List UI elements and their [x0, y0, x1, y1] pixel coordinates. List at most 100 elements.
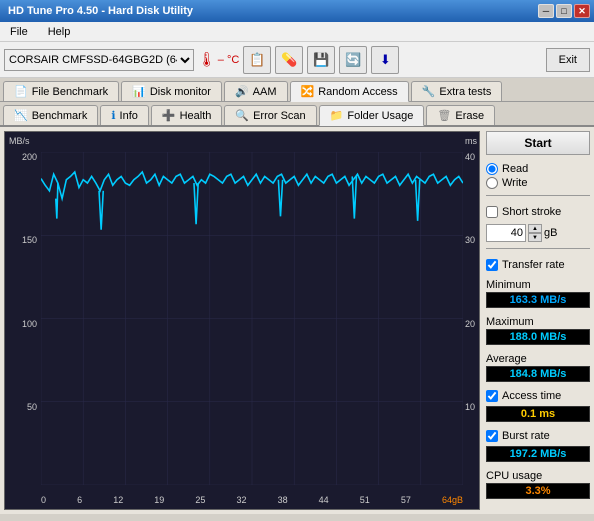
short-stroke-checkbox[interactable]	[486, 206, 498, 218]
average-label: Average	[486, 353, 590, 365]
close-button[interactable]: ✕	[574, 4, 590, 18]
maximum-value: 188.0 MB/s	[486, 329, 590, 345]
tab-health[interactable]: ➕ Health	[151, 105, 223, 125]
transfer-rate-label: Transfer rate	[502, 259, 565, 271]
benchmark-icon: 📉	[14, 109, 28, 122]
toolbar-btn-5[interactable]: ⬇	[371, 46, 399, 74]
right-panel: Start Read Write Short stroke ▲ ▼ gB	[486, 131, 590, 510]
write-radio-row: Write	[486, 177, 590, 189]
tab-benchmark[interactable]: 📉 Benchmark	[3, 105, 98, 125]
y-label-30ms: 30	[465, 235, 475, 245]
y-axis-right: 40 30 20 10	[463, 152, 479, 485]
disk-monitor-icon: 📊	[132, 85, 146, 98]
tabs-row1: 📄 File Benchmark 📊 Disk monitor 🔊 AAM 🔀 …	[0, 78, 594, 102]
burst-rate-checkbox-row: Burst rate	[486, 430, 590, 442]
spin-up-button[interactable]: ▲	[528, 224, 542, 233]
spinbox-input[interactable]	[486, 224, 526, 242]
spinbox-buttons: ▲ ▼	[528, 224, 542, 242]
separator-1	[486, 195, 590, 196]
extra-tests-icon: 🔧	[422, 85, 436, 98]
y-label-10ms: 10	[465, 402, 475, 412]
start-button[interactable]: Start	[486, 131, 590, 155]
y-label-50: 50	[27, 402, 37, 412]
transfer-rate-checkbox[interactable]	[486, 259, 498, 271]
menu-file[interactable]: File	[4, 24, 34, 40]
error-scan-icon: 🔍	[235, 109, 249, 122]
read-label: Read	[502, 163, 528, 175]
maximum-label: Maximum	[486, 316, 590, 328]
temperature-indicator: 🌡 – °C	[198, 51, 239, 68]
chart-svg	[41, 152, 463, 485]
drive-select[interactable]: CORSAIR CMFSSD-64GBG2D (64 gB)	[4, 49, 194, 71]
toolbar-btn-3[interactable]: 💾	[307, 46, 335, 74]
maximize-button[interactable]: □	[556, 4, 572, 18]
spinbox-unit: gB	[544, 227, 557, 239]
minimum-label: Minimum	[486, 279, 590, 291]
y-axis-left-title: MB/s	[9, 136, 30, 146]
window-title: HD Tune Pro 4.50 - Hard Disk Utility	[8, 5, 193, 17]
main-content: MB/s ms 200 150 100 50 40 30 20 10	[0, 127, 594, 514]
access-time-label: Access time	[502, 390, 561, 402]
x-axis: 0 6 12 19 25 32 38 44 51 57 64gB	[41, 495, 463, 505]
random-access-icon: 🔀	[301, 85, 315, 98]
cpu-usage-value: 3.3%	[486, 483, 590, 499]
burst-rate-value: 197.2 MB/s	[486, 446, 590, 462]
access-time-checkbox-row: Access time	[486, 390, 590, 402]
menu-help[interactable]: Help	[42, 24, 77, 40]
y-axis-right-title: ms	[465, 136, 477, 146]
cpu-usage-label: CPU usage	[486, 470, 590, 482]
tab-aam[interactable]: 🔊 AAM	[224, 81, 288, 101]
y-label-20ms: 20	[465, 319, 475, 329]
toolbar-btn-4[interactable]: 🔄	[339, 46, 367, 74]
transfer-rate-row: Transfer rate	[486, 259, 590, 271]
y-label-100: 100	[22, 319, 37, 329]
toolbar-btn-1[interactable]: 📋	[243, 46, 271, 74]
tab-erase[interactable]: 🗑 Erase	[426, 105, 495, 125]
read-radio-row: Read	[486, 163, 590, 175]
read-radio[interactable]	[486, 163, 498, 175]
minimum-value: 163.3 MB/s	[486, 292, 590, 308]
short-stroke-label: Short stroke	[502, 206, 561, 218]
tab-disk-monitor[interactable]: 📊 Disk monitor	[121, 81, 222, 101]
info-icon: ℹ	[111, 109, 115, 122]
short-stroke-row: Short stroke	[486, 206, 590, 218]
toolbar: CORSAIR CMFSSD-64GBG2D (64 gB) 🌡 – °C 📋 …	[0, 42, 594, 78]
tab-folder-usage[interactable]: 📁 Folder Usage	[319, 105, 425, 126]
tab-extra-tests[interactable]: 🔧 Extra tests	[411, 81, 503, 101]
burst-rate-label: Burst rate	[502, 430, 550, 442]
average-value: 184.8 MB/s	[486, 366, 590, 382]
average-section: Average 184.8 MB/s	[486, 353, 590, 382]
title-bar: HD Tune Pro 4.50 - Hard Disk Utility ─ □…	[0, 0, 594, 22]
minimum-section: Minimum 163.3 MB/s	[486, 279, 590, 308]
health-icon: ➕	[162, 109, 176, 122]
y-label-150: 150	[22, 235, 37, 245]
write-label: Write	[502, 177, 527, 189]
maximum-section: Maximum 188.0 MB/s	[486, 316, 590, 345]
tab-info[interactable]: ℹ Info	[100, 105, 149, 125]
folder-usage-icon: 📁	[330, 109, 344, 122]
toolbar-btn-2[interactable]: 💊	[275, 46, 303, 74]
y-label-200: 200	[22, 152, 37, 162]
y-label-40ms: 40	[465, 152, 475, 162]
read-write-group: Read Write	[486, 163, 590, 189]
exit-button[interactable]: Exit	[546, 48, 590, 72]
y-axis-left: 200 150 100 50	[5, 152, 41, 485]
menu-bar: File Help	[0, 22, 594, 42]
burst-rate-checkbox[interactable]	[486, 430, 498, 442]
separator-2	[486, 248, 590, 249]
tab-random-access[interactable]: 🔀 Random Access	[290, 81, 409, 102]
aam-icon: 🔊	[235, 85, 249, 98]
minimize-button[interactable]: ─	[538, 4, 554, 18]
spin-down-button[interactable]: ▼	[528, 233, 542, 242]
title-bar-buttons: ─ □ ✕	[538, 4, 590, 18]
write-radio[interactable]	[486, 177, 498, 189]
access-time-checkbox[interactable]	[486, 390, 498, 402]
tab-file-benchmark[interactable]: 📄 File Benchmark	[3, 81, 119, 101]
chart-container: MB/s ms 200 150 100 50 40 30 20 10	[4, 131, 480, 510]
erase-icon: 🗑	[437, 109, 451, 122]
cpu-usage-section: CPU usage 3.3%	[486, 470, 590, 499]
tabs-row2: 📉 Benchmark ℹ Info ➕ Health 🔍 Error Scan…	[0, 102, 594, 127]
temp-value: – °C	[218, 54, 240, 66]
file-benchmark-icon: 📄	[14, 85, 28, 98]
tab-error-scan[interactable]: 🔍 Error Scan	[224, 105, 316, 125]
